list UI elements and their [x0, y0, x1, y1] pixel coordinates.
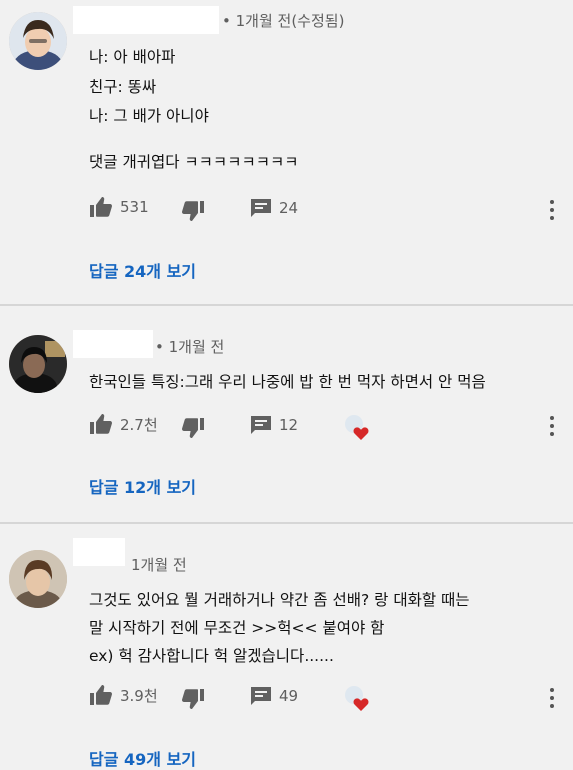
- timestamp: 1개월 전: [131, 556, 187, 574]
- comment-icon: [250, 686, 272, 706]
- thumbs-down-icon: [181, 200, 205, 222]
- comment-text-line: 댓글 개귀엽다 ㅋㅋㅋㅋㅋㅋㅋㅋ: [89, 153, 299, 171]
- comment-1: • 1개월 전(수정됨) 나: 아 배아파 친구: 똥싸 나: 그 배가 아니야…: [0, 0, 573, 304]
- comment-text-line: 한국인들 특징:그래 우리 나중에 밥 한 번 먹자 하면서 안 먹음: [89, 373, 486, 391]
- view-replies-link[interactable]: 답글 24개 보기: [89, 258, 196, 282]
- like-button[interactable]: 2.7천: [89, 413, 158, 435]
- author-name[interactable]: [73, 538, 125, 566]
- view-replies-link[interactable]: 답글 49개 보기: [89, 746, 196, 770]
- thumbs-down-icon: [181, 417, 205, 439]
- author-name[interactable]: [73, 6, 219, 34]
- reply-button[interactable]: 49: [250, 686, 298, 706]
- like-button[interactable]: 3.9천: [89, 684, 158, 706]
- timestamp: • 1개월 전: [155, 338, 225, 356]
- thumbs-up-icon: [89, 413, 113, 435]
- dislike-button[interactable]: [181, 688, 205, 710]
- comment-text-line: ex) 헉 감사합니다 헉 알겠습니다......: [89, 647, 334, 665]
- comment-3: 1개월 전 그것도 있어요 뭘 거래하거나 약간 좀 선배? 랑 대화할 때는 …: [0, 524, 573, 770]
- comment-text-line: 친구: 똥싸: [89, 78, 157, 96]
- reply-count: 12: [279, 416, 299, 434]
- author-name[interactable]: [73, 330, 153, 358]
- reply-button[interactable]: 12: [250, 415, 298, 435]
- more-options-icon[interactable]: [546, 688, 558, 708]
- timestamp: • 1개월 전(수정됨): [222, 12, 345, 30]
- thumbs-down-icon: [181, 688, 205, 710]
- more-options-icon[interactable]: [546, 416, 558, 436]
- like-count: 3.9천: [120, 686, 158, 705]
- dislike-button[interactable]: [181, 200, 205, 222]
- comment-text-line: 말 시작하기 전에 무조건 >>헉<< 붙여야 함: [89, 619, 385, 637]
- like-count: 2.7천: [120, 415, 158, 434]
- creator-heart-icon: [343, 684, 371, 712]
- avatar[interactable]: [9, 550, 67, 608]
- reply-count: 24: [279, 199, 299, 217]
- reply-count: 49: [279, 687, 299, 705]
- more-options-icon[interactable]: [546, 200, 558, 220]
- comment-2: • 1개월 전 한국인들 특징:그래 우리 나중에 밥 한 번 먹자 하면서 안…: [0, 306, 573, 522]
- comment-text-line: 그것도 있어요 뭘 거래하거나 약간 좀 선배? 랑 대화할 때는: [89, 591, 470, 609]
- avatar[interactable]: [9, 12, 67, 70]
- comment-text-line: 나: 그 배가 아니야: [89, 107, 209, 125]
- view-replies-link[interactable]: 답글 12개 보기: [89, 474, 196, 498]
- creator-heart-icon: [343, 413, 371, 441]
- thumbs-up-icon: [89, 196, 113, 218]
- avatar[interactable]: [9, 335, 67, 393]
- comment-text-line: 나: 아 배아파: [89, 48, 176, 66]
- thumbs-up-icon: [89, 684, 113, 706]
- like-button[interactable]: 531: [89, 196, 149, 218]
- comment-icon: [250, 415, 272, 435]
- comment-icon: [250, 198, 272, 218]
- reply-button[interactable]: 24: [250, 198, 298, 218]
- dislike-button[interactable]: [181, 417, 205, 439]
- like-count: 531: [120, 198, 149, 216]
